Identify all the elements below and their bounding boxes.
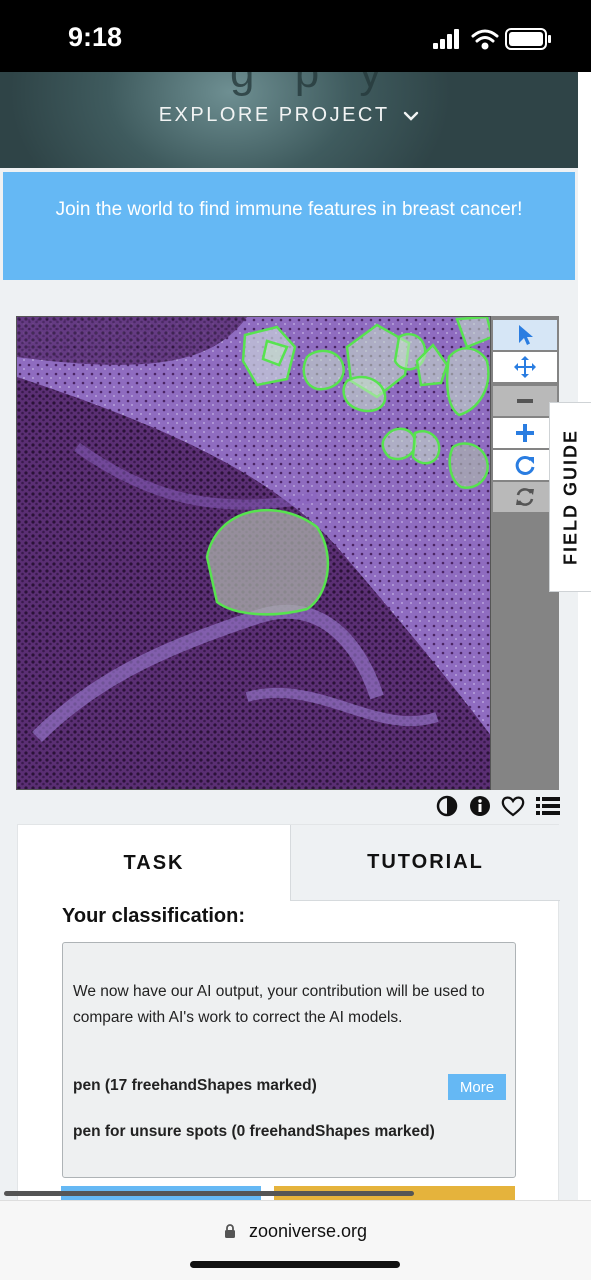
url-display[interactable]: zooniverse.org <box>0 1221 591 1242</box>
zoom-out-icon <box>517 399 533 403</box>
field-guide-tab[interactable]: FIELD GUIDE <box>549 402 591 592</box>
reset-icon <box>516 488 534 506</box>
zoom-out-button[interactable] <box>493 386 557 416</box>
signal-icon <box>433 29 459 49</box>
collections-list-icon[interactable] <box>535 796 560 816</box>
tab-task[interactable]: TASK <box>18 825 290 901</box>
home-indicator <box>190 1261 400 1268</box>
pan-move-button[interactable] <box>493 352 557 382</box>
explore-project-menu[interactable]: EXPLORE PROJECT <box>0 104 578 127</box>
pen-annotation-count: pen (17 freehandShapes marked) <box>73 1077 317 1094</box>
field-guide-label: FIELD GUIDE <box>560 428 580 566</box>
classification-summary: We now have our AI output, your contribu… <box>62 942 516 1178</box>
status-bar: 9:18 <box>0 0 591 72</box>
tissue-image <box>17 317 490 789</box>
pan-move-icon <box>514 356 536 378</box>
select-pointer-icon <box>519 325 533 345</box>
hero-background-title: g p y <box>230 72 396 97</box>
status-icons <box>433 28 551 50</box>
chevron-down-icon <box>404 111 419 121</box>
project-hero: g p y EXPLORE PROJECT <box>0 72 578 168</box>
page-scrollbar[interactable] <box>578 72 591 1200</box>
zoom-in-button[interactable] <box>493 418 557 448</box>
favorite-heart-icon[interactable] <box>501 795 525 817</box>
tab-tutorial[interactable]: TUTORIAL <box>290 825 560 901</box>
announcement-text: Join the world to find immune features i… <box>55 199 523 220</box>
ai-output-message: We now have our AI output, your contribu… <box>73 983 485 1026</box>
battery-icon <box>505 28 551 50</box>
subject-image-viewer[interactable] <box>16 316 491 790</box>
announcement-banner: Join the world to find immune features i… <box>3 172 575 280</box>
contrast-icon[interactable] <box>436 795 458 817</box>
lock-icon <box>224 1224 235 1238</box>
url-text: zooniverse.org <box>248 1221 368 1241</box>
rotate-button[interactable] <box>493 450 557 480</box>
zoom-in-icon <box>516 424 534 442</box>
unsure-pen-annotation-count: pen for unsure spots (0 freehandShapes m… <box>73 1123 435 1140</box>
task-panel: TASK TUTORIAL Your classification: We no… <box>17 824 560 1224</box>
wifi-icon <box>471 29 499 50</box>
rotate-icon <box>515 455 535 475</box>
image-meta-tools <box>436 795 560 817</box>
more-button[interactable]: More <box>448 1074 506 1100</box>
reset-view-button[interactable] <box>493 482 557 512</box>
info-icon[interactable] <box>469 795 491 817</box>
explore-project-label: EXPLORE PROJECT <box>158 104 390 126</box>
browser-address-bar[interactable]: zooniverse.org <box>0 1200 591 1280</box>
classification-heading: Your classification: <box>62 905 246 927</box>
select-pointer-button[interactable] <box>493 320 557 350</box>
status-time: 9:18 <box>68 22 123 52</box>
horizontal-scroll-indicator <box>4 1191 414 1196</box>
